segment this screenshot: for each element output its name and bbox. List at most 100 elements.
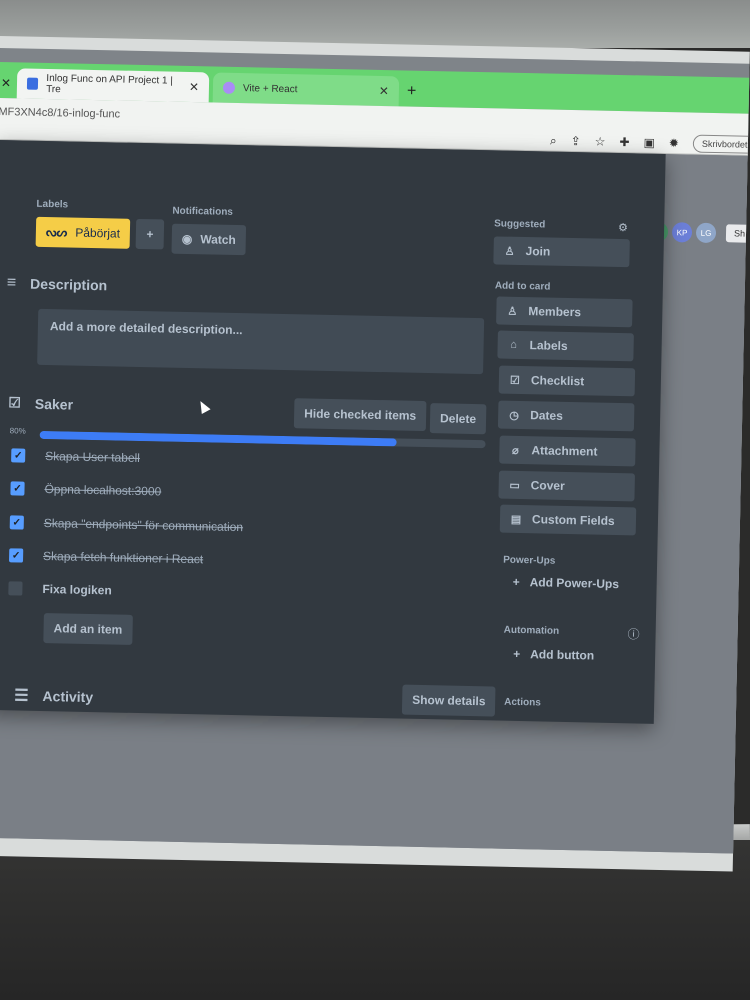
new-tab-icon[interactable]: + bbox=[407, 83, 417, 101]
checklist-item[interactable]: ✓ Skapa User tabell bbox=[11, 448, 140, 465]
monitor: ✕ Inlog Func on API Project 1 | Tre ✕ Vi… bbox=[0, 36, 750, 872]
checklist-item[interactable]: ✓ Öppna localhost:3000 bbox=[10, 481, 161, 498]
star-icon[interactable]: ☆ bbox=[595, 134, 606, 148]
cover-label: Cover bbox=[530, 478, 565, 493]
checklist-item-text: Fixa logiken bbox=[42, 582, 112, 598]
labels-button[interactable]: ⌂ Labels bbox=[497, 330, 634, 362]
avatar[interactable]: LG bbox=[695, 222, 717, 244]
join-label: Join bbox=[525, 244, 551, 259]
watch-button[interactable]: ◉ Watch bbox=[171, 223, 247, 256]
dates-button[interactable]: ◷ Dates bbox=[497, 400, 635, 432]
screen: ✕ Inlog Func on API Project 1 | Tre ✕ Vi… bbox=[0, 47, 750, 854]
checklist-icon: ☑ bbox=[8, 394, 22, 411]
join-button[interactable]: ♙ Join bbox=[493, 236, 630, 268]
custom-fields-button[interactable]: ▤ Custom Fields bbox=[499, 504, 637, 536]
power-ups-heading: Power-Ups bbox=[503, 554, 556, 567]
share-button[interactable]: Sh bbox=[725, 224, 750, 243]
description-header: ≡ Description bbox=[7, 274, 108, 294]
members-label: Members bbox=[528, 304, 582, 320]
checklist-item-text: Skapa "endpoints" för communication bbox=[43, 516, 244, 535]
checklist-item[interactable]: Fixa logiken bbox=[8, 581, 112, 597]
plus-icon: + bbox=[512, 574, 520, 590]
settings-gear-icon[interactable]: ⚙ bbox=[618, 221, 628, 234]
suggested-heading: Suggested bbox=[494, 218, 546, 231]
user-icon: ♙ bbox=[504, 245, 515, 258]
add-item-button[interactable]: Add an item bbox=[43, 613, 133, 645]
checkbox-checked-icon[interactable]: ✓ bbox=[11, 448, 26, 463]
desktop-button[interactable]: Skrivbordet bbox=[692, 134, 750, 154]
trello-favicon-icon bbox=[26, 77, 39, 90]
checklist-item[interactable]: ✓ Skapa "endpoints" för communication bbox=[9, 515, 244, 535]
card-sidebar: Suggested ⚙ ♙ Join Add to card ♙ Members… bbox=[493, 210, 644, 708]
tab-title: Vite + React bbox=[242, 82, 298, 95]
paperclip-icon: ⌀ bbox=[511, 444, 519, 457]
progress-fill bbox=[39, 430, 397, 447]
avatar[interactable]: KP bbox=[671, 222, 693, 243]
activity-title: Activity bbox=[42, 688, 94, 706]
checkbox-unchecked-icon[interactable] bbox=[8, 581, 23, 596]
progress-bar bbox=[39, 430, 486, 449]
checklist-title: Saker bbox=[34, 395, 74, 413]
share-icon[interactable]: ⇪ bbox=[571, 134, 581, 148]
activity-header: ☰ Activity bbox=[14, 685, 93, 707]
checkbox-checked-icon[interactable]: ✓ bbox=[9, 515, 24, 530]
close-icon[interactable]: ✕ bbox=[189, 80, 199, 94]
attachment-label: Attachment bbox=[531, 443, 598, 459]
checklist-icon: ☑ bbox=[509, 374, 520, 387]
attachment-button[interactable]: ⌀ Attachment bbox=[499, 435, 636, 467]
description-icon: ≡ bbox=[6, 274, 17, 292]
close-icon[interactable]: ✕ bbox=[0, 76, 13, 90]
checklist-item-text: Skapa User tabell bbox=[45, 449, 141, 466]
checklist-header: ☑ Saker bbox=[8, 394, 73, 412]
add-button-button[interactable]: + Add button bbox=[503, 647, 604, 663]
sidepanel-icon[interactable]: ▣ bbox=[643, 136, 655, 150]
checklist-item-text: Skapa fetch funktioner i React bbox=[42, 549, 204, 567]
members-button[interactable]: ♙ Members bbox=[496, 296, 633, 328]
add-label-button[interactable]: + bbox=[135, 218, 165, 250]
label-chip[interactable]: ᔓᔕ Påbörjat bbox=[35, 216, 131, 249]
checklist-button[interactable]: ☑ Checklist bbox=[498, 365, 636, 397]
checklist-item-text: Öppna localhost:3000 bbox=[44, 482, 162, 499]
description-input[interactable]: Add a more detailed description... bbox=[37, 308, 485, 375]
label-pattern-icon: ᔓᔕ bbox=[45, 225, 68, 240]
zoom-icon[interactable]: ⌕ bbox=[550, 133, 557, 148]
notifications-heading: Notifications bbox=[172, 205, 234, 218]
labels-heading: Labels bbox=[36, 198, 69, 211]
delete-checklist-button[interactable]: Delete bbox=[429, 403, 487, 435]
plus-icon: + bbox=[513, 646, 521, 662]
custom-fields-icon: ▤ bbox=[510, 513, 522, 526]
tag-icon: ⌂ bbox=[510, 338, 518, 351]
labels-row: ᔓᔕ Påbörjat + bbox=[35, 216, 165, 250]
checklist-item[interactable]: ✓ Skapa fetch funktioner i React bbox=[8, 548, 204, 567]
add-button-label: Add button bbox=[530, 647, 595, 663]
user-icon: ♙ bbox=[507, 305, 518, 318]
clock-icon: ◷ bbox=[509, 409, 520, 422]
tab-trello[interactable]: Inlog Func on API Project 1 | Tre ✕ bbox=[16, 68, 210, 103]
actions-heading: Actions bbox=[504, 696, 541, 709]
checkbox-checked-icon[interactable]: ✓ bbox=[8, 548, 24, 563]
checklist-label: Checklist bbox=[530, 373, 585, 389]
add-to-card-heading: Add to card bbox=[494, 280, 551, 293]
show-details-button[interactable]: Show details bbox=[401, 684, 496, 717]
close-icon[interactable]: ✕ bbox=[379, 84, 389, 98]
info-icon[interactable]: ⓘ bbox=[627, 625, 639, 642]
watch-label: Watch bbox=[200, 232, 236, 247]
url-field[interactable]: MF3XN4c8/16-inlog-func bbox=[0, 106, 120, 121]
hide-checked-button[interactable]: Hide checked items bbox=[293, 398, 427, 432]
checkbox-checked-icon[interactable]: ✓ bbox=[10, 481, 25, 496]
card-modal: Labels ᔓᔕ Påbörjat + Notifications ◉ Wat… bbox=[0, 139, 666, 724]
add-power-ups-label: Add Power-Ups bbox=[529, 575, 620, 592]
tab-vite[interactable]: Vite + React ✕ bbox=[212, 72, 400, 107]
custom-fields-label: Custom Fields bbox=[531, 512, 615, 528]
activity-icon: ☰ bbox=[14, 687, 29, 705]
progress-percent: 80% bbox=[9, 426, 26, 436]
add-power-ups-button[interactable]: + Add Power-Ups bbox=[503, 575, 630, 592]
dates-label: Dates bbox=[530, 408, 564, 423]
label-text: Påbörjat bbox=[75, 225, 121, 241]
cover-button[interactable]: ▭ Cover bbox=[498, 470, 635, 502]
extensions-icon[interactable]: ✚ bbox=[619, 135, 629, 149]
cover-icon: ▭ bbox=[509, 479, 521, 492]
profile-icon[interactable]: ✹ bbox=[669, 136, 679, 150]
description-title: Description bbox=[29, 275, 108, 294]
vite-favicon-icon bbox=[222, 81, 236, 94]
